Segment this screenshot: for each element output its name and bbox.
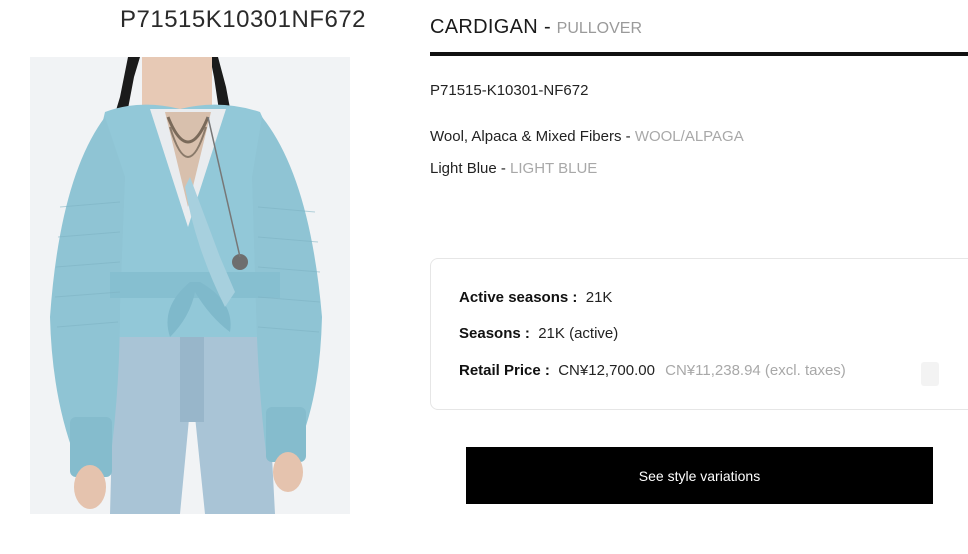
active-seasons-value: 21K (585, 289, 613, 306)
title-separator: - (543, 16, 551, 38)
see-style-variations-button[interactable]: See style variations (466, 447, 933, 504)
retail-price-row: Retail Price : CN¥12,700.00 CN¥11,238.94… (459, 362, 846, 379)
product-reference: P71515-K10301-NF672 (430, 82, 589, 99)
material-label: Wool, Alpaca & Mixed Fibers - (430, 128, 635, 145)
title-divider (430, 52, 968, 56)
retail-price-excl-taxes: CN¥11,238.94 (excl. taxes) (665, 362, 846, 379)
seasons-label: Seasons : (459, 325, 530, 342)
seasons-row: Seasons : 21K (active) (459, 325, 618, 342)
material-line: Wool, Alpaca & Mixed Fibers - WOOL/ALPAG… (430, 128, 744, 145)
retail-price-value: CN¥12,700.00 (558, 362, 655, 379)
card-scroll-handle[interactable] (921, 362, 939, 386)
seasons-value: 21K (active) (538, 325, 619, 342)
active-seasons-label: Active seasons : (459, 289, 578, 306)
active-seasons-row: Active seasons : 21K (459, 289, 612, 306)
product-page: P71515K10301NF672 CARDIGAN - PULLOVER P7… (0, 0, 968, 554)
product-title: CARDIGAN - PULLOVER (430, 16, 642, 39)
product-category: CARDIGAN (430, 16, 538, 38)
product-subcategory: PULLOVER (556, 20, 643, 37)
product-code-heading: P71515K10301NF672 (120, 6, 367, 33)
retail-price-label: Retail Price : (459, 362, 550, 379)
color-label: Light Blue - (430, 160, 511, 177)
color-line: Light Blue - LIGHT BLUE (430, 160, 597, 177)
material-code: WOOL/ALPAGA (634, 128, 744, 145)
color-code: LIGHT BLUE (510, 160, 598, 177)
product-photo (30, 57, 350, 514)
info-card: Active seasons : 21K Seasons : 21K (acti… (430, 258, 968, 410)
